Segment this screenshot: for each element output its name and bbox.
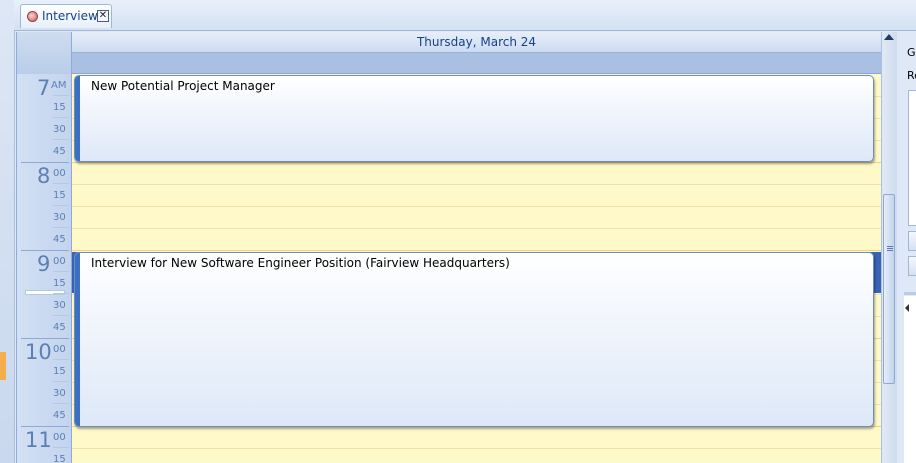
calendar-icon [27, 11, 38, 22]
time-slot-line [72, 206, 881, 207]
hour-label-7: 7 [37, 76, 51, 100]
quarter-line [53, 293, 69, 294]
left-navigation-strip [0, 0, 15, 463]
appointment-software-engineer-interview[interactable]: Interview for New Software Engineer Posi… [74, 252, 874, 427]
hour-label-8: 8 [37, 164, 51, 188]
header-corner [17, 32, 72, 74]
minute-label: 15 [53, 102, 66, 113]
minute-label: 30 [53, 212, 66, 223]
panel-label: Gr [907, 46, 916, 59]
day-view-calendar: Thursday, March 24 7 AM 15 30 45 8 00 15… [16, 32, 881, 463]
quarter-line [53, 117, 69, 118]
hour-suffix-11: 00 [53, 432, 66, 443]
tab-interview[interactable]: Interview ✕ [20, 4, 112, 28]
navigation-highlight [0, 352, 6, 380]
scroll-up-arrow-icon[interactable] [884, 34, 894, 40]
quarter-line [53, 381, 69, 382]
panel-content-area [904, 296, 916, 463]
minute-label: 45 [53, 322, 66, 333]
hour-label-9: 9 [37, 252, 51, 276]
quarter-line [53, 403, 69, 404]
time-slot-line [72, 448, 881, 449]
close-icon[interactable]: ✕ [97, 10, 109, 22]
quarter-line [53, 447, 69, 448]
appointment-status-bar [75, 253, 80, 426]
document-tab-strip: Interview ✕ [14, 0, 916, 31]
minute-label: 30 [53, 300, 66, 311]
panel-button[interactable] [908, 256, 916, 276]
quarter-line [53, 315, 69, 316]
day-header[interactable]: Thursday, March 24 [72, 32, 881, 53]
minute-label: 15 [53, 278, 66, 289]
hour-suffix-10: 00 [53, 344, 66, 355]
chevron-left-icon[interactable] [905, 304, 909, 312]
hour-suffix-9: 00 [53, 256, 66, 267]
time-ruler: 7 AM 15 30 45 8 00 15 30 45 9 00 15 30 4… [17, 74, 72, 463]
appointment-project-manager[interactable]: New Potential Project Manager [74, 75, 874, 162]
minute-label: 15 [53, 190, 66, 201]
hour-label-10: 10 [25, 340, 52, 364]
minute-label: 15 [53, 366, 66, 377]
panel-button[interactable] [908, 231, 916, 251]
hour-suffix-8: 00 [53, 168, 66, 179]
panel-label: Re [907, 69, 916, 82]
quarter-line [53, 359, 69, 360]
minute-label: 30 [53, 124, 66, 135]
panel-separator [904, 292, 916, 295]
appointment-subject: New Potential Project Manager [91, 79, 275, 93]
tab-label: Interview [42, 9, 98, 23]
hour-line [21, 162, 69, 163]
quarter-line [53, 139, 69, 140]
quarter-line [53, 183, 69, 184]
panel-list-box[interactable] [908, 90, 916, 226]
hour-line [21, 338, 69, 339]
hour-line [21, 426, 69, 427]
minute-label: 15 [53, 454, 66, 463]
vertical-scrollbar[interactable] [881, 32, 897, 463]
hour-suffix-7: AM [51, 80, 67, 91]
time-slot-line [72, 184, 881, 185]
minute-label: 30 [53, 388, 66, 399]
quarter-line [53, 271, 69, 272]
time-slot-grid[interactable]: New Potential Project Manager Interview … [72, 74, 881, 463]
grip-icon [887, 250, 893, 251]
minute-label: 45 [53, 410, 66, 421]
appointment-subject: Interview for New Software Engineer Posi… [91, 256, 510, 270]
right-side-panel: Gr Re [898, 32, 916, 463]
time-slot-line [72, 162, 881, 163]
scrollbar-thumb[interactable] [883, 194, 895, 384]
hour-label-11: 11 [25, 428, 52, 452]
hour-line [21, 250, 69, 251]
appointment-status-bar [75, 76, 80, 161]
minute-label: 45 [53, 146, 66, 157]
quarter-line [53, 205, 69, 206]
quarter-line [53, 95, 69, 96]
time-slot-line [72, 228, 881, 229]
minute-label: 45 [53, 234, 66, 245]
quarter-line [53, 227, 69, 228]
all-day-area[interactable] [72, 53, 881, 74]
grip-icon [887, 248, 893, 249]
grip-icon [887, 246, 893, 247]
time-slot-line [72, 250, 881, 251]
